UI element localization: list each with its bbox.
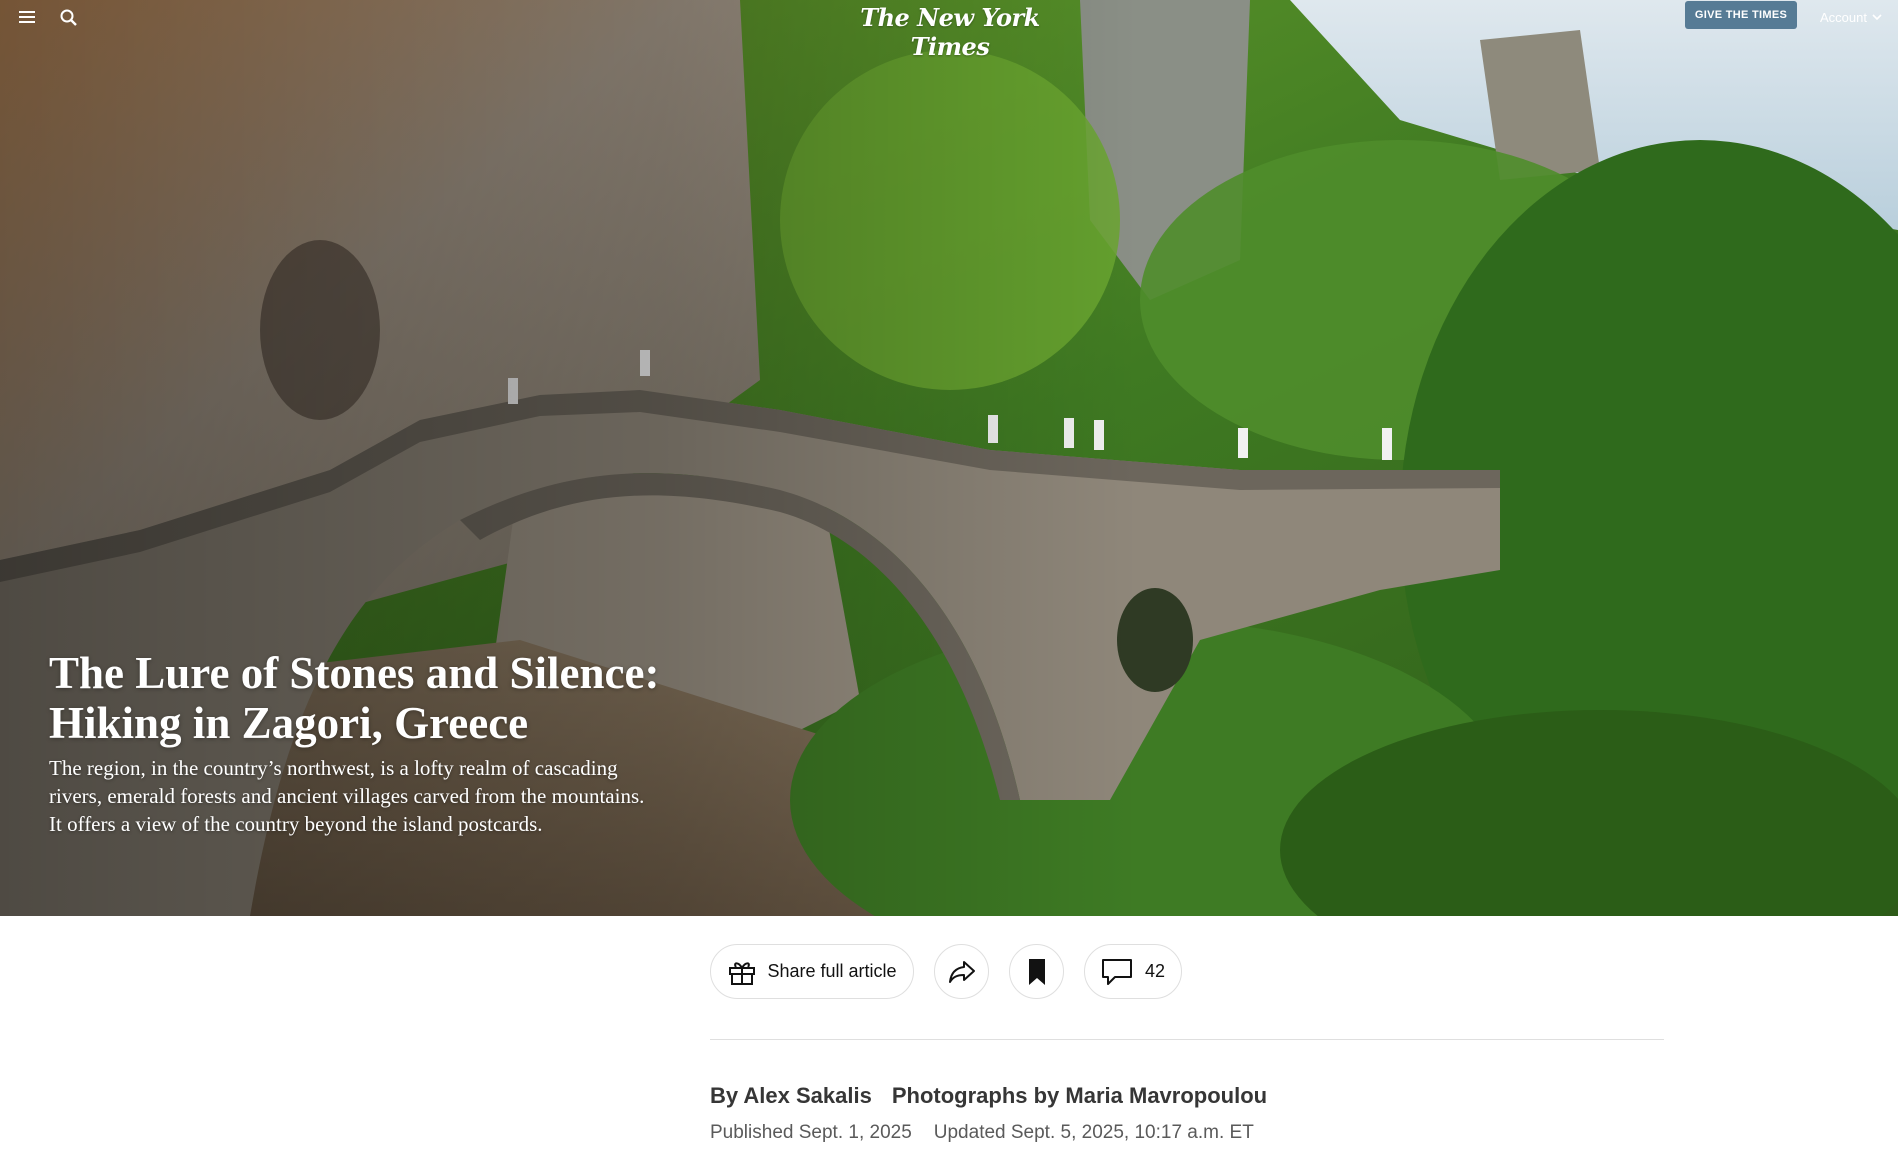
hamburger-menu-icon[interactable] (16, 8, 38, 28)
top-bar: The New York Times GIVE THE TIMES Accoun… (0, 0, 1898, 61)
article-summary: The region, in the country’s northwest, … (49, 756, 645, 836)
account-label: Account (1820, 9, 1867, 25)
share-arrow-icon (948, 960, 975, 983)
headline-line-2: Hiking in Zagori, Greece (49, 698, 529, 748)
article-headline: The Lure of Stones and Silence: Hiking i… (49, 648, 669, 748)
published-date: Published Sept. 1, 2025 (710, 1122, 912, 1143)
byline: By Alex Sakalis Photographs by Maria Mav… (710, 1083, 1267, 1109)
give-the-times-button[interactable]: GIVE THE TIMES (1685, 1, 1797, 29)
comment-count: 42 (1144, 961, 1166, 981)
share-full-article-button[interactable]: Share full article (710, 944, 914, 999)
byline-photographer[interactable]: Photographs by Maria Mavropoulou (892, 1083, 1267, 1109)
comments-button[interactable]: 42 (1084, 944, 1182, 999)
bookmark-icon (1028, 958, 1045, 985)
byline-author[interactable]: By Alex Sakalis (710, 1083, 872, 1109)
article-toolbar: Share full article 42 (710, 944, 1182, 999)
share-button[interactable] (934, 944, 989, 999)
comment-icon (1101, 958, 1132, 985)
share-full-article-label: Share full article (767, 961, 897, 981)
save-bookmark-button[interactable] (1009, 944, 1064, 999)
headline-line-1: The Lure of Stones and Silence: (49, 648, 660, 698)
divider (710, 1039, 1664, 1040)
gift-icon (729, 961, 756, 985)
updated-date: Updated Sept. 5, 2025, 10:17 a.m. ET (933, 1122, 1254, 1143)
nyt-logo[interactable]: The New York Times (850, 3, 1050, 61)
hero-image: The New York Times GIVE THE TIMES Accoun… (0, 0, 1898, 916)
search-icon[interactable] (58, 7, 80, 29)
chevron-down-icon (1872, 14, 1882, 21)
account-menu[interactable]: Account (1820, 7, 1882, 27)
dateline: Published Sept. 1, 2025 Updated Sept. 5,… (710, 1122, 1254, 1144)
